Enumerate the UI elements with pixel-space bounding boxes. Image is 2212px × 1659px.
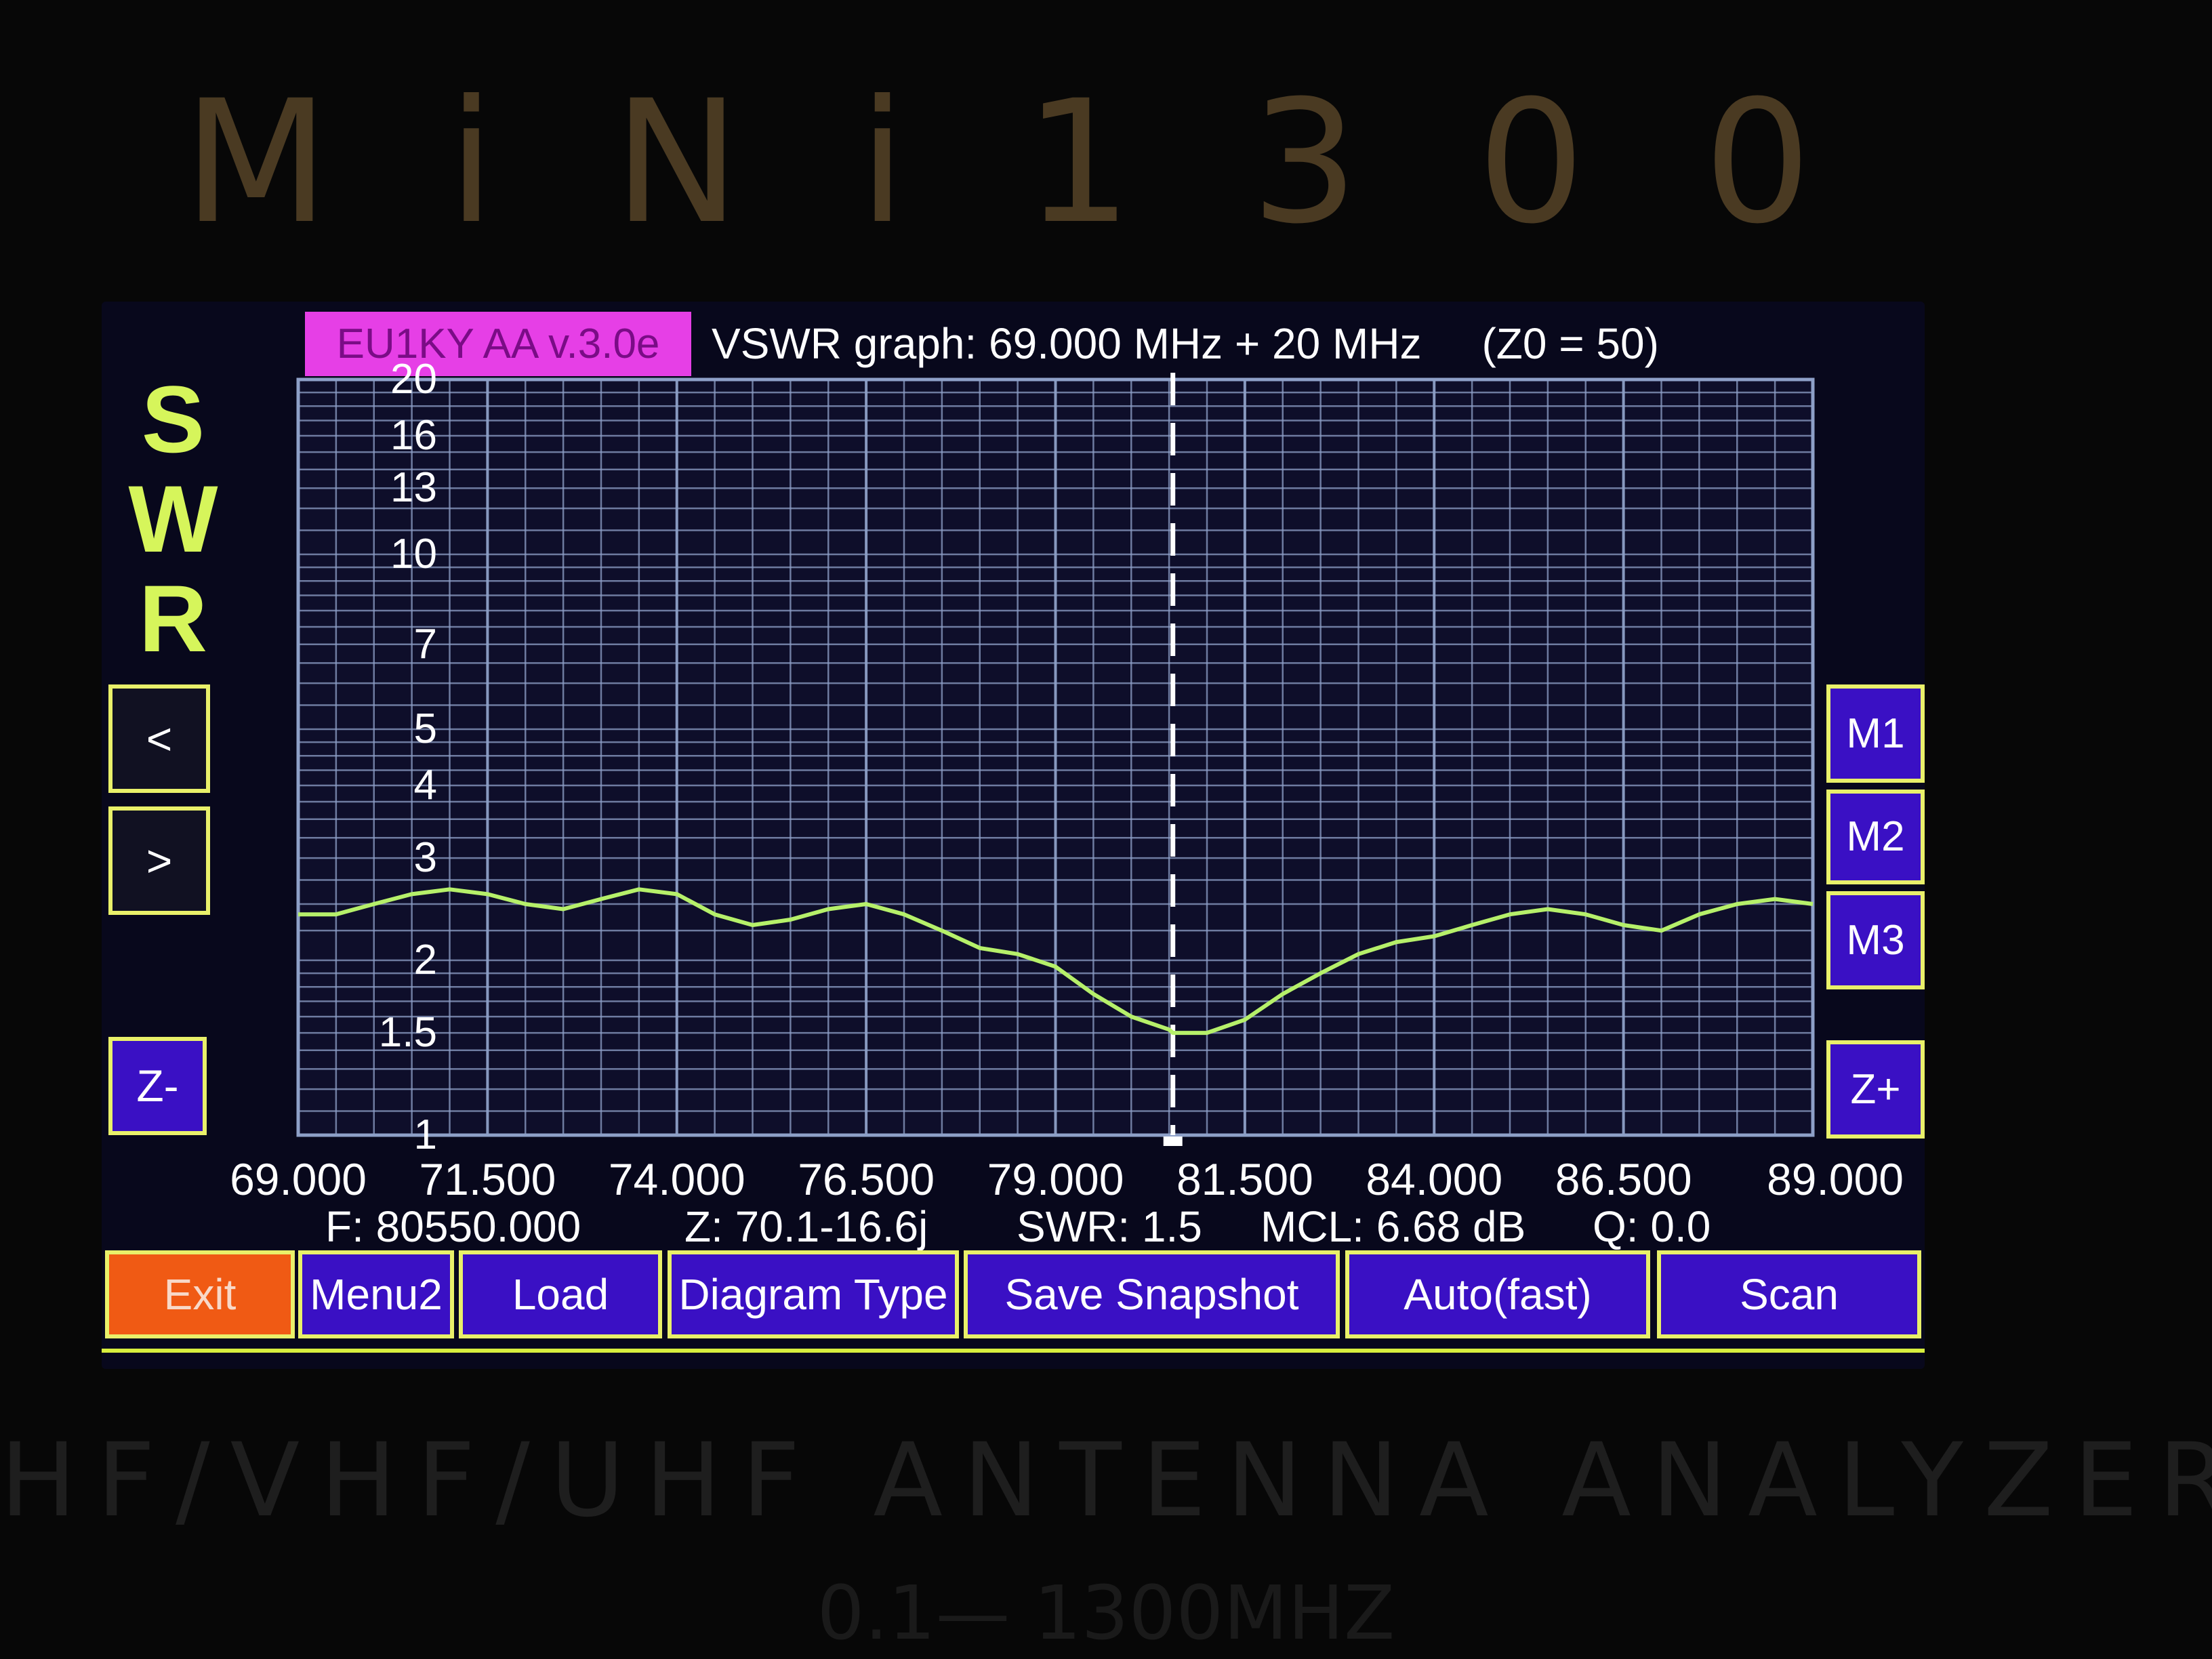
zoom-out-button[interactable]: Z- xyxy=(108,1037,207,1135)
y-tick-label: 20 xyxy=(390,356,437,403)
diagram-type-button[interactable]: Diagram Type xyxy=(668,1250,959,1338)
marker-m1-button[interactable]: M1 xyxy=(1826,684,1925,783)
cursor-marker xyxy=(1163,1136,1183,1146)
swr-axis-label: SWR xyxy=(119,359,226,671)
y-tick-label: 7 xyxy=(413,620,437,668)
exit-button[interactable]: Exit xyxy=(105,1250,295,1338)
prev-label: < xyxy=(146,714,173,764)
device-range: 0.1— 1300MHZ xyxy=(817,1570,1395,1656)
next-label: > xyxy=(146,836,173,886)
swr-axis-label-text: SWR xyxy=(120,365,226,665)
prev-button[interactable]: < xyxy=(108,684,210,793)
bottom-divider xyxy=(102,1349,1925,1353)
next-button[interactable]: > xyxy=(108,806,210,915)
auto-fast-button[interactable]: Auto(fast) xyxy=(1345,1250,1650,1338)
analyzer-screen: EU1KY AA v.3.0e VSWR graph: 69.000 MHz +… xyxy=(102,302,1925,1369)
x-tick-label: 69.000 xyxy=(230,1154,367,1204)
y-tick-label: 16 xyxy=(390,412,437,459)
save-snapshot-button[interactable]: Save Snapshot xyxy=(964,1250,1340,1338)
y-tick-label: 4 xyxy=(413,762,437,809)
menu2-button[interactable]: Menu2 xyxy=(298,1250,454,1338)
y-tick-label: 3 xyxy=(413,834,437,882)
x-tick-label: 74.000 xyxy=(608,1154,745,1204)
y-tick-label: 13 xyxy=(390,464,437,512)
status-swr: SWR: 1.5 xyxy=(1017,1202,1202,1251)
scan-button[interactable]: Scan xyxy=(1657,1250,1921,1338)
x-tick-label: 86.500 xyxy=(1555,1154,1692,1204)
status-mcl: MCL: 6.68 dB xyxy=(1261,1202,1526,1251)
y-tick-label: 10 xyxy=(390,530,437,577)
zoom-out-label: Z- xyxy=(136,1061,179,1111)
y-tick-label: 2 xyxy=(413,937,437,983)
x-tick-label: 71.500 xyxy=(419,1154,556,1204)
graph-title: VSWR graph: 69.000 MHz + 20 MHz (Z0 = 50… xyxy=(712,319,1659,368)
marker-m3-button[interactable]: M3 xyxy=(1826,891,1925,989)
x-tick-label: 84.000 xyxy=(1366,1154,1503,1204)
zoom-in-label: Z+ xyxy=(1850,1066,1901,1113)
m2-label: M2 xyxy=(1846,813,1905,860)
marker-m2-button[interactable]: M2 xyxy=(1826,790,1925,884)
zoom-in-button[interactable]: Z+ xyxy=(1826,1040,1925,1139)
status-frequency: F: 80550.000 xyxy=(325,1202,581,1251)
x-tick-label: 76.500 xyxy=(798,1154,935,1204)
y-tick-label: 1.5 xyxy=(378,1009,437,1057)
x-tick-label: 81.500 xyxy=(1176,1154,1313,1204)
device-subtitle: HF/VHF/UHF ANTENNA ANALYZER xyxy=(0,1422,2212,1540)
m1-label: M1 xyxy=(1846,710,1905,757)
load-button[interactable]: Load xyxy=(459,1250,662,1338)
y-tick-label: 5 xyxy=(413,705,437,752)
status-q: Q: 0.0 xyxy=(1593,1202,1711,1251)
x-tick-label: 89.000 xyxy=(1767,1154,1904,1204)
x-tick-label: 79.000 xyxy=(987,1154,1124,1204)
device-brand: MiNi1300 xyxy=(183,64,1930,261)
status-impedance: Z: 70.1-16.6j xyxy=(684,1202,928,1251)
m3-label: M3 xyxy=(1846,917,1905,964)
